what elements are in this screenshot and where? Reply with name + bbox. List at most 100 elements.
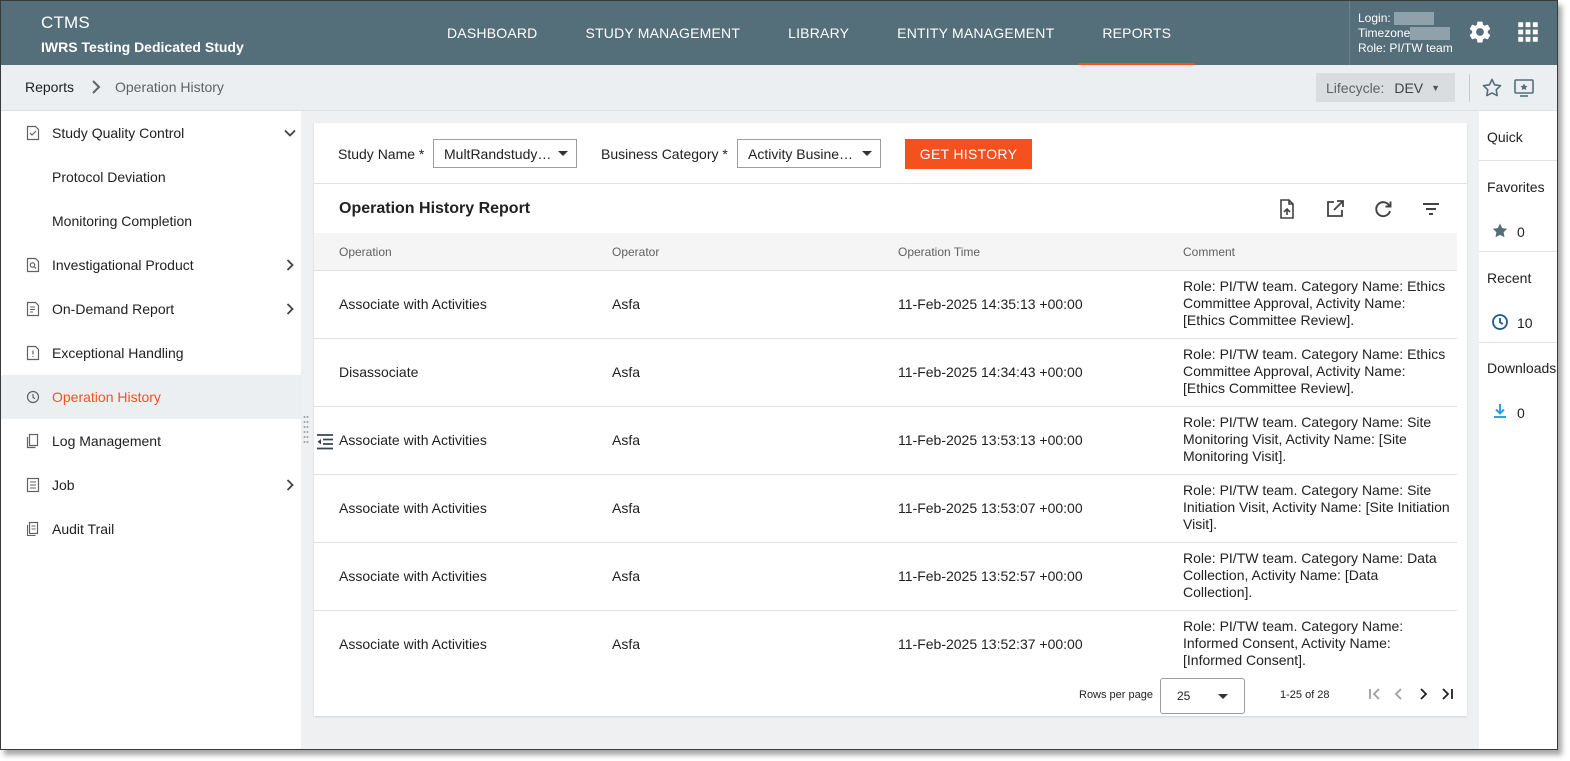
- cell-operator: Asfa: [612, 364, 641, 380]
- recent-label: Recent: [1487, 270, 1532, 286]
- star-icon: [1492, 223, 1508, 238]
- sidebar-item-label: Study Quality Control: [52, 125, 185, 141]
- recent-section[interactable]: Recent 10: [1479, 252, 1557, 343]
- table-row[interactable]: Disassociate Asfa 11-Feb-2025 14:34:43 +…: [314, 339, 1457, 407]
- favorites-label: Favorites: [1487, 179, 1545, 195]
- sidebar-item-exceptional-handling[interactable]: Exceptional Handling: [1, 331, 301, 375]
- cell-operator: Asfa: [612, 296, 641, 312]
- report-card: Study Name * MultRandstudy… Business Cat…: [314, 123, 1467, 716]
- column-header-operation[interactable]: Operation: [339, 245, 392, 259]
- favorites-count: 0: [1517, 224, 1525, 240]
- caret-down-icon: [862, 151, 872, 156]
- caret-down-icon: ▼: [1431, 82, 1441, 93]
- study-name: IWRS Testing Dedicated Study: [41, 39, 244, 55]
- table-header: Operation Operator Operation Time Commen…: [314, 233, 1457, 271]
- user-info: Login: Timezone Role: PI/TW team: [1349, 1, 1469, 65]
- star-outline-icon[interactable]: [1480, 76, 1504, 100]
- cell-operator: Asfa: [612, 500, 641, 516]
- sidebar-item-protocol-deviation[interactable]: Protocol Deviation: [1, 155, 301, 199]
- first-page-icon[interactable]: [1366, 685, 1384, 703]
- cell-operation: Associate with Activities: [339, 500, 487, 516]
- downloads-section[interactable]: Downloads 0: [1479, 343, 1557, 434]
- screen-star-icon[interactable]: [1512, 76, 1536, 100]
- cell-operation: Disassociate: [339, 364, 419, 380]
- report-user-icon: [26, 301, 40, 317]
- open-external-icon[interactable]: [1323, 197, 1347, 221]
- sidebar-item-monitoring-completion[interactable]: Monitoring Completion: [1, 199, 301, 243]
- table-row[interactable]: Associate with Activities Asfa 11-Feb-20…: [314, 271, 1457, 339]
- sidebar-item-audit-trail[interactable]: Audit Trail: [1, 507, 301, 551]
- rows-per-page-select[interactable]: 25: [1160, 678, 1245, 714]
- sidebar-item-label: Operation History: [52, 389, 161, 405]
- audit-icon: [26, 521, 39, 537]
- cell-comment: Role: PI/TW team. Category Name: Ethics …: [1183, 346, 1446, 396]
- sidebar-item-on-demand-report[interactable]: On-Demand Report: [1, 287, 301, 331]
- table-row[interactable]: Associate with Activities Asfa 11-Feb-20…: [314, 543, 1457, 611]
- apps-grid-icon[interactable]: [1515, 19, 1541, 45]
- history-icon: [26, 390, 40, 404]
- report-title: Operation History Report: [339, 200, 531, 217]
- sidebar-item-job[interactable]: Job: [1, 463, 301, 507]
- nav-entity-management[interactable]: ENTITY MANAGEMENT: [873, 1, 1078, 65]
- prev-page-icon[interactable]: [1390, 685, 1408, 703]
- nav-reports[interactable]: REPORTS: [1078, 1, 1195, 65]
- business-category-select[interactable]: Activity Busine…: [737, 139, 881, 168]
- rows-per-page-label: Rows per page: [1079, 689, 1153, 701]
- pagination-range: 1-25 of 28: [1280, 689, 1330, 701]
- last-page-icon[interactable]: [1438, 685, 1456, 703]
- cell-operation-time: 11-Feb-2025 13:52:37 +00:00: [898, 636, 1083, 652]
- cell-comment: Role: PI/TW team. Category Name: Site Mo…: [1183, 414, 1432, 464]
- cell-operation-time: 11-Feb-2025 14:35:13 +00:00: [898, 296, 1083, 312]
- sidebar-item-label: Monitoring Completion: [52, 213, 193, 229]
- study-name-value: MultRandstudy…: [444, 145, 552, 162]
- recent-count: 10: [1517, 315, 1533, 331]
- next-page-icon[interactable]: [1414, 685, 1432, 703]
- sidebar-item-log-management[interactable]: Log Management: [1, 419, 301, 463]
- column-header-operation-time[interactable]: Operation Time: [898, 245, 980, 259]
- cell-comment: Role: PI/TW team. Category Name: Ethics …: [1183, 278, 1446, 328]
- chevron-right-icon: [286, 303, 294, 315]
- favorites-section[interactable]: Favorites 0: [1479, 161, 1557, 252]
- nav-library[interactable]: LIBRARY: [764, 1, 873, 65]
- lifecycle-value: DEV: [1394, 79, 1424, 96]
- sidebar-item-investigational-product[interactable]: Investigational Product: [1, 243, 301, 287]
- cell-operation: Associate with Activities: [339, 568, 487, 584]
- app-window: CTMS IWRS Testing Dedicated Study DASHBO…: [0, 0, 1558, 750]
- filter-icon[interactable]: [1419, 197, 1443, 221]
- column-header-operator[interactable]: Operator: [612, 245, 659, 259]
- column-header-comment[interactable]: Comment: [1183, 245, 1235, 259]
- filter-bar: Study Name * MultRandstudy… Business Cat…: [314, 123, 1467, 184]
- table-row[interactable]: Associate with Activities Asfa 11-Feb-20…: [314, 475, 1457, 543]
- cell-operation-time: 11-Feb-2025 13:53:13 +00:00: [898, 432, 1083, 448]
- nav-study-management[interactable]: STUDY MANAGEMENT: [561, 1, 764, 65]
- study-name-select[interactable]: MultRandstudy…: [433, 139, 577, 168]
- lifecycle-label: Lifecycle:: [1326, 79, 1385, 96]
- sidebar-item-label: Investigational Product: [52, 257, 194, 273]
- log-copy-icon: [26, 433, 39, 449]
- get-history-button[interactable]: GET HISTORY: [905, 139, 1032, 169]
- sidebar-item-label: Exceptional Handling: [52, 345, 184, 361]
- timezone-redacted: [1410, 27, 1451, 41]
- role-value: PI/TW team: [1389, 41, 1453, 55]
- sidebar-resize-handle[interactable]: [303, 414, 309, 446]
- pagination: Rows per page 25 1-25 of 28: [314, 671, 1467, 716]
- sidebar-item-operation-history[interactable]: Operation History: [1, 375, 301, 419]
- table-row[interactable]: Associate with Activities Asfa 11-Feb-20…: [314, 407, 1457, 475]
- business-category-value: Activity Busine…: [748, 145, 854, 162]
- lifecycle-select[interactable]: Lifecycle: DEV ▼: [1316, 73, 1455, 102]
- export-file-icon[interactable]: [1275, 197, 1299, 221]
- downloads-count: 0: [1517, 405, 1525, 421]
- breadcrumb-reports[interactable]: Reports: [25, 79, 74, 95]
- timezone-label: Timezone: [1358, 26, 1411, 40]
- sidebar-item-study-quality-control[interactable]: Study Quality Control: [1, 111, 301, 155]
- sidebar-item-label: Protocol Deviation: [52, 169, 166, 185]
- table-row[interactable]: Associate with Activities Asfa 11-Feb-20…: [314, 611, 1457, 679]
- refresh-icon[interactable]: [1371, 197, 1395, 221]
- cell-operation-time: 11-Feb-2025 13:53:07 +00:00: [898, 500, 1083, 516]
- collapse-sidebar-icon[interactable]: [314, 431, 336, 453]
- nav-dashboard[interactable]: DASHBOARD: [423, 1, 561, 65]
- cell-comment: Role: PI/TW team. Category Name: Informe…: [1183, 618, 1404, 668]
- quick-section: Quick: [1479, 111, 1557, 161]
- sidebar-item-label: Job: [52, 477, 75, 493]
- gear-icon[interactable]: [1467, 19, 1493, 45]
